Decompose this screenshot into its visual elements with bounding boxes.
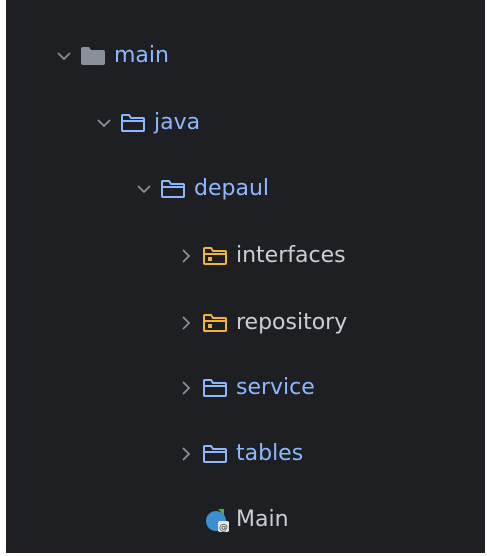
tree-item-tables[interactable]: tables xyxy=(178,434,303,474)
tree-item-label: depaul xyxy=(194,176,270,201)
package-folder-icon xyxy=(202,312,228,334)
tree-item-label: java xyxy=(154,110,201,135)
tree-item-label: interfaces xyxy=(236,243,346,268)
tree-item-main-class[interactable]: @ Main xyxy=(204,500,289,540)
tree-item-repository[interactable]: repository xyxy=(178,303,347,343)
tree-item-label: repository xyxy=(236,310,348,335)
chevron-down-icon[interactable] xyxy=(136,181,152,197)
chevron-right-icon[interactable] xyxy=(178,380,194,396)
folder-outline-icon xyxy=(120,112,146,134)
tree-item-java[interactable]: java xyxy=(96,103,200,143)
folder-outline-icon xyxy=(202,443,228,465)
chevron-right-icon[interactable] xyxy=(178,248,194,264)
svg-text:@: @ xyxy=(219,523,228,533)
chevron-down-icon[interactable] xyxy=(96,115,112,131)
tree-item-label: main xyxy=(114,43,169,68)
chevron-right-icon[interactable] xyxy=(178,315,194,331)
tree-item-interfaces[interactable]: interfaces xyxy=(178,236,346,276)
tree-item-main[interactable]: main xyxy=(56,36,169,76)
folder-filled-icon xyxy=(80,45,106,67)
java-class-icon: @ xyxy=(204,507,230,533)
folder-outline-icon xyxy=(202,377,228,399)
tree-item-label: service xyxy=(236,375,315,400)
project-tree-panel: main java depaul interfaces repository s… xyxy=(6,0,485,553)
chevron-right-icon[interactable] xyxy=(178,446,194,462)
tree-item-service[interactable]: service xyxy=(178,368,315,408)
tree-item-label: Main xyxy=(236,507,289,532)
chevron-down-icon[interactable] xyxy=(56,48,72,64)
folder-outline-icon xyxy=(160,178,186,200)
tree-item-depaul[interactable]: depaul xyxy=(136,169,269,209)
package-folder-icon xyxy=(202,245,228,267)
tree-item-label: tables xyxy=(236,441,304,466)
